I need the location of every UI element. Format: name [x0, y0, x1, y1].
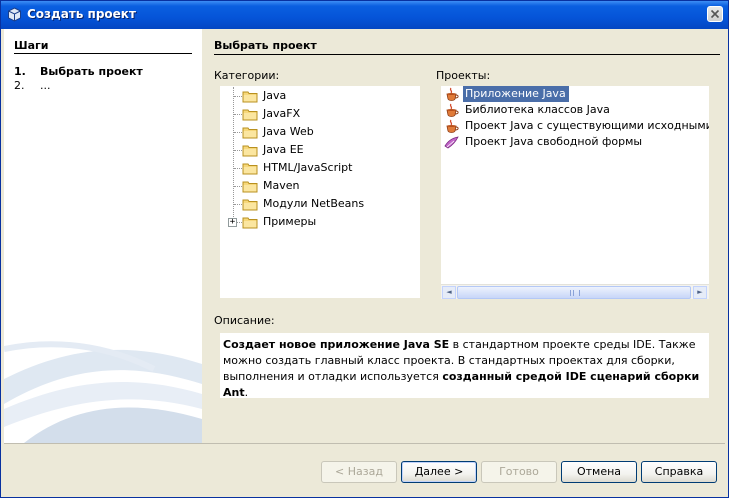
java-cup-icon — [446, 103, 459, 117]
window-title: Создать проект — [27, 7, 136, 21]
title-bar[interactable]: Создать проект — [1, 1, 728, 29]
title-divider — [214, 54, 720, 55]
folder-icon — [242, 199, 258, 211]
tree-item-label: Java — [263, 89, 287, 102]
folder-icon — [242, 163, 258, 175]
tree-connector — [234, 132, 242, 133]
close-icon — [710, 9, 720, 19]
tree-connector — [234, 204, 242, 205]
folder-icon — [242, 181, 258, 193]
steps-divider — [14, 53, 192, 54]
description-text-2: . — [244, 386, 249, 399]
java-cup-icon — [446, 87, 459, 101]
folder-icon — [242, 127, 258, 139]
back-button[interactable]: < Назад — [321, 461, 397, 483]
dialog-body: Шаги 1. Выбрать проект 2.... Выбрать прое… — [4, 29, 725, 495]
scroll-right-button[interactable]: ► — [693, 286, 707, 299]
project-item-label: Проект Java свободной формы — [465, 135, 643, 148]
decorative-swoosh — [4, 341, 202, 443]
help-button[interactable]: Справка — [641, 461, 717, 483]
folder-icon — [242, 91, 258, 103]
java-cup-icon — [446, 119, 459, 133]
tree-item-label: Java Web — [263, 125, 314, 138]
steps-title: Шаги — [14, 39, 49, 52]
scrollbar-thumb[interactable] — [457, 286, 691, 299]
categories-label: Категории: — [214, 69, 280, 82]
tree-connector — [234, 96, 242, 97]
next-button[interactable]: Далее > — [401, 461, 477, 483]
scroll-left-button[interactable]: ◄ — [442, 286, 456, 299]
tree-connector — [234, 114, 242, 115]
step-label: Выбрать проект — [40, 65, 143, 78]
project-item-java-free-form[interactable]: Проект Java свободной формы — [441, 134, 709, 150]
description-bold-1: Создает новое приложение Java SE — [223, 338, 450, 351]
project-item-label: Проект Java с существующими исходными фа… — [465, 119, 709, 132]
tree-connector — [234, 168, 242, 169]
project-item-label: Библиотека классов Java — [465, 103, 610, 116]
tree-item-label: Java EE — [263, 143, 304, 156]
categories-tree[interactable]: Java JavaFX Java Web Java EE HTML/JavaSc — [220, 86, 420, 298]
grip-icon — [570, 290, 580, 296]
close-button[interactable] — [707, 6, 723, 22]
description-label: Описание: — [214, 314, 275, 327]
cancel-button[interactable]: Отмена — [561, 461, 637, 483]
page-title: Выбрать проект — [214, 39, 317, 52]
projects-horizontal-scrollbar[interactable]: ◄ ► — [441, 284, 709, 299]
project-item-java-existing-sources[interactable]: Проект Java с существующими исходными фа… — [441, 118, 709, 134]
button-bar-divider — [4, 443, 725, 444]
project-item-label: Приложение Java — [463, 86, 569, 102]
freeform-project-icon — [444, 136, 459, 149]
projects-list[interactable]: Приложение Java Библиотека классов Java … — [441, 86, 709, 298]
description-text: Создает новое приложение Java SE в станд… — [220, 333, 709, 399]
project-item-java-application[interactable]: Приложение Java — [441, 86, 709, 102]
project-item-java-class-library[interactable]: Библиотека классов Java — [441, 102, 709, 118]
tree-item-label: HTML/JavaScript — [263, 161, 353, 174]
grip-icon — [573, 290, 574, 296]
folder-icon — [242, 109, 258, 121]
step-item-2: 2.... — [14, 79, 51, 92]
step-item-1: 1. Выбрать проект — [14, 65, 143, 78]
new-project-dialog: Создать проект Шаги 1. Выбрать проект 2..… — [0, 0, 729, 498]
folder-icon — [242, 217, 258, 229]
netbeans-cube-icon — [8, 7, 21, 22]
step-label: ... — [40, 79, 51, 92]
steps-panel: Шаги 1. Выбрать проект 2.... — [4, 29, 202, 443]
step-number: 1. — [14, 65, 26, 78]
tree-item-label: Модули NetBeans — [263, 197, 365, 210]
tree-item-label: Maven — [263, 179, 300, 192]
tree-connector — [234, 186, 242, 187]
projects-label: Проекты: — [436, 69, 491, 82]
step-number: 2. — [14, 79, 25, 92]
folder-icon — [242, 145, 258, 157]
finish-button[interactable]: Готово — [481, 461, 557, 483]
tree-item-label: Примеры — [263, 215, 317, 228]
expand-icon[interactable]: + — [228, 218, 237, 227]
tree-connector — [234, 150, 242, 151]
tree-item-label: JavaFX — [263, 107, 301, 120]
